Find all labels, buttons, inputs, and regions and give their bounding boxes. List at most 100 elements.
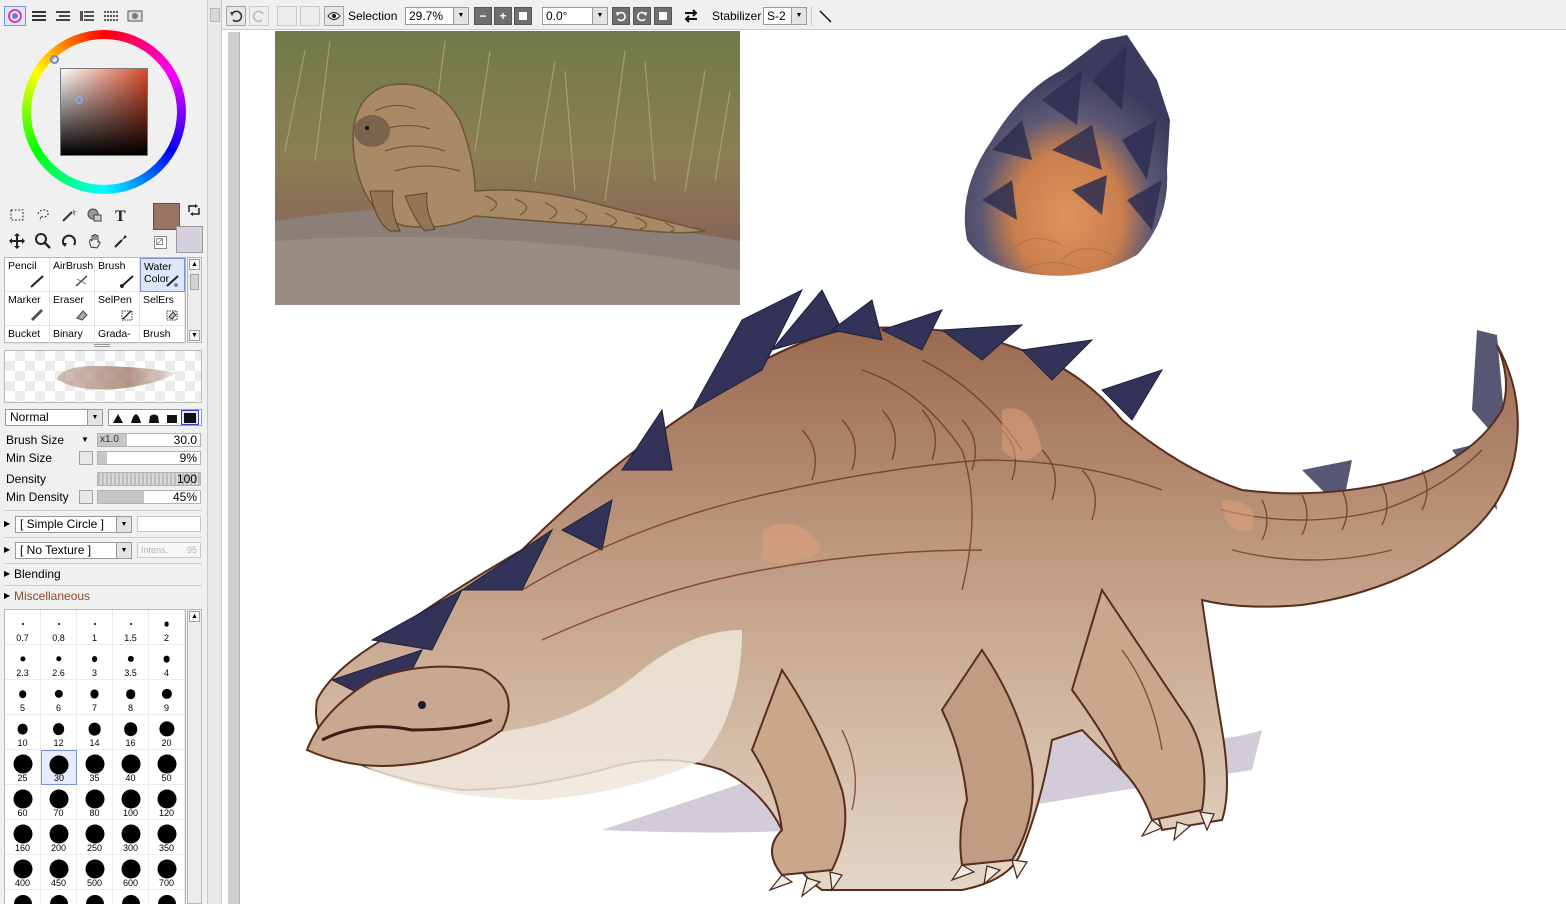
tip-round-icon[interactable] — [145, 410, 163, 425]
size-palette-cell[interactable]: 1 — [77, 610, 113, 645]
size-palette-scrollbar[interactable]: ▲ — [187, 609, 202, 904]
zoom-tool-icon[interactable] — [30, 228, 56, 254]
size-palette-cell[interactable]: 3.5 — [113, 645, 149, 680]
text-tool-icon[interactable]: T — [108, 202, 134, 228]
size-palette-cell[interactable]: 250 — [77, 820, 113, 855]
size-palette-cell[interactable]: 16 — [113, 715, 149, 750]
size-palette-cell[interactable] — [149, 890, 185, 904]
size-palette-cell[interactable]: 70 — [41, 785, 77, 820]
size-palette-cell[interactable]: 600 — [113, 855, 149, 890]
expand-arrow-icon[interactable]: ▶ — [4, 564, 10, 584]
tool-airbrush[interactable]: AirBrush — [50, 258, 95, 292]
min-density-slider[interactable]: 45% — [97, 490, 201, 504]
size-palette-cell[interactable]: 5 — [5, 680, 41, 715]
sv-marker[interactable] — [75, 96, 83, 104]
zoom-minus-icon[interactable]: − — [474, 7, 492, 25]
size-palette-cell[interactable]: 12 — [41, 715, 77, 750]
size-palette-cell[interactable]: 30 — [41, 750, 77, 785]
zoom-reset-icon[interactable] — [514, 7, 532, 25]
redo-icon[interactable] — [249, 6, 269, 26]
tool-gradation[interactable]: Grada- — [95, 326, 140, 344]
size-palette-cell[interactable]: 160 — [5, 820, 41, 855]
tip-flat-icon[interactable] — [163, 410, 181, 425]
deselect-icon[interactable] — [226, 6, 246, 26]
size-palette-cell[interactable]: 500 — [77, 855, 113, 890]
collapse-panel-icon[interactable] — [210, 8, 220, 22]
size-palette-cell[interactable]: 3 — [77, 645, 113, 680]
zoom-in-icon[interactable] — [300, 6, 320, 26]
blend-mode-select[interactable]: Normal ▼ — [5, 409, 103, 426]
move-tool-icon[interactable] — [4, 228, 30, 254]
sub-color-swatch[interactable] — [176, 226, 203, 253]
transparent-color-icon[interactable] — [154, 236, 167, 249]
size-palette-cell[interactable]: 0.7 — [5, 610, 41, 645]
tip-square-icon[interactable] — [181, 410, 199, 425]
size-palette-cell[interactable]: 700 — [149, 855, 185, 890]
swatches-tab[interactable] — [100, 6, 122, 26]
size-palette-cell[interactable]: 200 — [41, 820, 77, 855]
miscellaneous-section[interactable]: ▶ Miscellaneous — [4, 586, 202, 606]
size-palette-cell[interactable]: 450 — [41, 855, 77, 890]
size-palette-cell[interactable]: 2.3 — [5, 645, 41, 680]
size-palette-cell[interactable]: 10 — [5, 715, 41, 750]
tool-eraser[interactable]: Eraser — [50, 292, 95, 326]
size-palette-cell[interactable]: 35 — [77, 750, 113, 785]
tool-binary[interactable]: Binary — [50, 326, 95, 344]
rotate-right-icon[interactable] — [633, 7, 651, 25]
rotate-tool-icon[interactable] — [56, 228, 82, 254]
hsv-slider-tab[interactable] — [52, 6, 74, 26]
size-palette-cell[interactable]: 25 — [5, 750, 41, 785]
size-palette-cell[interactable]: 6 — [41, 680, 77, 715]
tool-pencil[interactable]: Pencil — [5, 258, 50, 292]
zoom-out-icon[interactable] — [277, 6, 297, 26]
size-palette-cell[interactable] — [77, 890, 113, 904]
size-palette-cell[interactable]: 50 — [149, 750, 185, 785]
color-mixer-tab[interactable] — [76, 6, 98, 26]
size-palette-cell[interactable]: 0.8 — [41, 610, 77, 645]
shape-select-icon[interactable] — [82, 202, 108, 228]
tip-soft-icon[interactable] — [127, 410, 145, 425]
brush-shape-select[interactable]: [ Simple Circle ] ▼ — [15, 516, 132, 533]
size-palette-cell[interactable] — [5, 890, 41, 904]
size-palette-cell[interactable]: 100 — [113, 785, 149, 820]
brush-size-slider[interactable]: x1.0 30.0 — [97, 433, 201, 447]
eyedropper-icon[interactable] — [108, 228, 134, 254]
chevron-down-icon[interactable]: ▼ — [81, 431, 89, 449]
size-palette-cell[interactable]: 60 — [5, 785, 41, 820]
size-palette-cell[interactable]: 2.6 — [41, 645, 77, 680]
size-palette-cell[interactable] — [41, 890, 77, 904]
expand-arrow-icon[interactable]: ▶ — [4, 514, 10, 534]
eye-icon[interactable] — [324, 6, 344, 26]
pressure-link-icon[interactable] — [79, 451, 93, 465]
size-palette-cell[interactable]: 400 — [5, 855, 41, 890]
scroll-up-icon[interactable]: ▲ — [189, 611, 200, 622]
tool-brush[interactable]: Brush — [95, 258, 140, 292]
scrollbar-thumb[interactable] — [190, 274, 199, 290]
expand-arrow-icon[interactable]: ▶ — [4, 540, 10, 560]
size-palette-cell[interactable]: 80 — [77, 785, 113, 820]
rotate-left-icon[interactable] — [612, 7, 630, 25]
pressure-link-icon[interactable] — [79, 490, 93, 504]
straight-line-icon[interactable] — [815, 6, 835, 26]
scroll-up-icon[interactable]: ▲ — [189, 259, 200, 270]
size-palette-cell[interactable]: 300 — [113, 820, 149, 855]
panel-splitter[interactable] — [208, 0, 222, 904]
size-palette-cell[interactable]: 1.5 — [113, 610, 149, 645]
color-wheel-tab[interactable] — [4, 6, 26, 26]
canvas-area[interactable] — [222, 30, 1566, 904]
saturation-value-square[interactable] — [60, 68, 148, 156]
rgb-slider-tab[interactable] — [28, 6, 50, 26]
scratchpad-tab[interactable] — [124, 6, 146, 26]
tool-selpen[interactable]: SelPen — [95, 292, 140, 326]
size-palette-cell[interactable] — [113, 890, 149, 904]
tool-selers[interactable]: SelErs — [140, 292, 185, 326]
min-size-slider[interactable]: 9% — [97, 451, 201, 465]
size-palette-cell[interactable]: 8 — [113, 680, 149, 715]
lasso-icon[interactable] — [30, 202, 56, 228]
density-slider[interactable]: 100 — [97, 472, 201, 486]
size-palette-cell[interactable]: 4 — [149, 645, 185, 680]
size-palette-cell[interactable]: 2 — [149, 610, 185, 645]
brush-shape-strength-field[interactable] — [137, 516, 201, 532]
flip-horizontal-icon[interactable] — [681, 6, 701, 26]
expand-arrow-icon[interactable]: ▶ — [4, 586, 10, 606]
